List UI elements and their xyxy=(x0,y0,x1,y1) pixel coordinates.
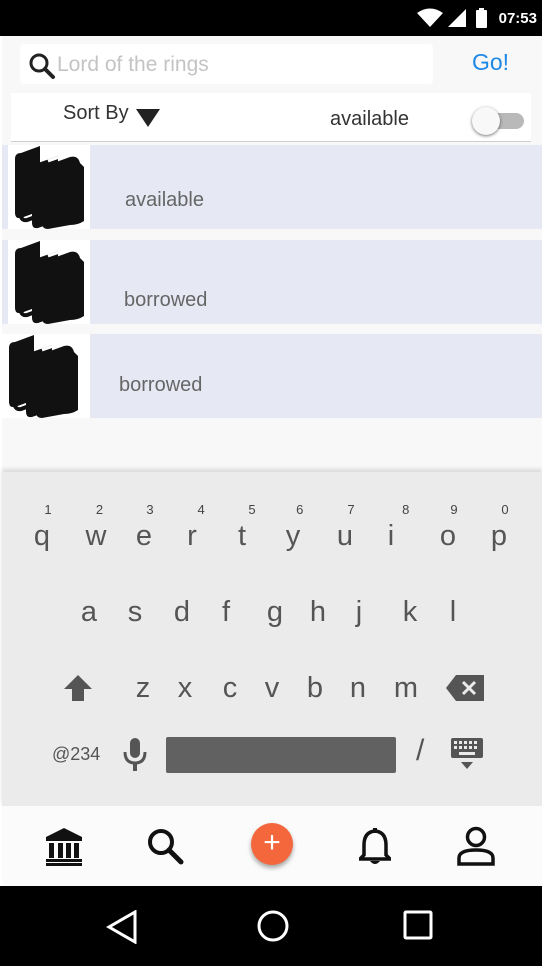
key-y[interactable]: 6y xyxy=(285,502,304,553)
caret-down-icon[interactable] xyxy=(136,109,160,127)
toggle-thumb xyxy=(472,107,500,135)
person-icon[interactable] xyxy=(457,826,495,866)
book-row[interactable]: borrowed xyxy=(2,334,542,418)
key-label: r xyxy=(187,520,197,552)
key-hint: 6 xyxy=(296,502,304,517)
key-o[interactable]: 9o xyxy=(439,502,458,553)
book-status: borrowed xyxy=(124,289,208,311)
space-bar[interactable] xyxy=(166,737,396,773)
key-l[interactable]: l xyxy=(450,596,456,629)
key-m[interactable]: m xyxy=(394,672,418,705)
key-w[interactable]: 2w xyxy=(85,502,107,553)
bottom-navigation: + xyxy=(2,806,542,886)
key-hint: 1 xyxy=(44,502,52,517)
library-icon[interactable] xyxy=(46,828,82,866)
add-icon: + xyxy=(263,826,281,859)
back-icon[interactable] xyxy=(106,910,138,944)
microphone-icon[interactable] xyxy=(122,738,148,772)
symbols-key[interactable]: @234 xyxy=(52,744,100,765)
key-b[interactable]: b xyxy=(307,672,323,705)
bell-icon[interactable] xyxy=(359,828,391,866)
key-slash[interactable]: / xyxy=(416,734,424,768)
key-s[interactable]: s xyxy=(128,596,143,629)
add-button[interactable]: + xyxy=(251,823,293,865)
key-a[interactable]: a xyxy=(81,596,97,629)
book-status: available xyxy=(125,189,204,211)
book-row[interactable]: available xyxy=(2,145,542,229)
book-thumbnail xyxy=(8,145,90,229)
key-label: u xyxy=(336,520,354,552)
available-toggle[interactable] xyxy=(472,107,526,135)
clock: 07:53 xyxy=(498,9,537,27)
system-navigation-bar xyxy=(0,886,542,966)
cell-signal-icon xyxy=(447,9,466,27)
key-label: t xyxy=(237,520,247,552)
key-label: i xyxy=(387,520,395,552)
search-icon xyxy=(29,53,55,79)
book-thumbnail xyxy=(2,334,90,418)
key-label: o xyxy=(439,520,457,552)
search-bar: Lord of the rings Go! xyxy=(2,36,542,92)
key-hint: 0 xyxy=(501,502,509,517)
key-hint: 2 xyxy=(95,502,104,517)
backspace-icon[interactable] xyxy=(446,675,484,701)
key-hint: 9 xyxy=(450,502,458,517)
key-c[interactable]: c xyxy=(223,672,238,705)
key-z[interactable]: z xyxy=(136,672,151,705)
recent-apps-icon[interactable] xyxy=(403,910,433,940)
book-status: borrowed xyxy=(119,374,203,396)
battery-icon xyxy=(475,8,487,28)
sort-by-button[interactable]: Sort By xyxy=(63,102,129,125)
key-f[interactable]: f xyxy=(222,596,230,629)
available-toggle-label: available xyxy=(330,108,409,130)
key-d[interactable]: d xyxy=(174,596,190,629)
key-r[interactable]: 4r xyxy=(187,502,205,553)
key-hint: 4 xyxy=(197,502,205,517)
key-h[interactable]: h xyxy=(310,596,326,629)
key-n[interactable]: n xyxy=(350,672,366,705)
key-j[interactable]: j xyxy=(356,596,362,629)
key-x[interactable]: x xyxy=(178,672,193,705)
key-e[interactable]: 3e xyxy=(135,502,154,553)
keyboard-hide-icon[interactable] xyxy=(451,738,483,770)
key-label: q xyxy=(33,520,51,552)
key-label: p xyxy=(490,520,508,552)
soft-keyboard: 1q 2w 3e 4r 5t 6y 7u 8i 9o 0p a s d f g … xyxy=(2,472,542,806)
search-input[interactable]: Lord of the rings xyxy=(20,44,433,84)
book-row[interactable]: borrowed xyxy=(2,240,542,324)
key-t[interactable]: 5t xyxy=(237,502,256,553)
key-v[interactable]: v xyxy=(265,672,280,705)
shift-icon[interactable] xyxy=(64,675,92,701)
search-placeholder: Lord of the rings xyxy=(57,53,209,76)
books-icon xyxy=(15,146,84,229)
key-g[interactable]: g xyxy=(267,596,283,629)
status-bar: 07:53 xyxy=(0,0,542,36)
key-hint: 5 xyxy=(248,502,256,517)
home-icon[interactable] xyxy=(257,910,289,942)
key-hint: 7 xyxy=(347,502,355,517)
key-hint: 3 xyxy=(146,502,154,517)
key-u[interactable]: 7u xyxy=(336,502,355,553)
wifi-icon xyxy=(416,8,443,27)
key-k[interactable]: k xyxy=(403,596,418,629)
book-thumbnail xyxy=(8,240,90,324)
filter-bar: Sort By available xyxy=(11,93,531,142)
books-icon xyxy=(15,241,84,324)
key-label: e xyxy=(135,520,153,552)
key-p[interactable]: 0p xyxy=(490,502,509,553)
books-icon xyxy=(9,335,78,418)
key-label: y xyxy=(285,520,301,552)
key-hint: 8 xyxy=(402,502,410,517)
go-button[interactable]: Go! xyxy=(472,49,509,76)
key-q[interactable]: 1q xyxy=(33,502,52,553)
key-label: w xyxy=(85,520,107,552)
search-icon[interactable] xyxy=(147,828,185,866)
key-i[interactable]: 8i xyxy=(387,502,410,553)
